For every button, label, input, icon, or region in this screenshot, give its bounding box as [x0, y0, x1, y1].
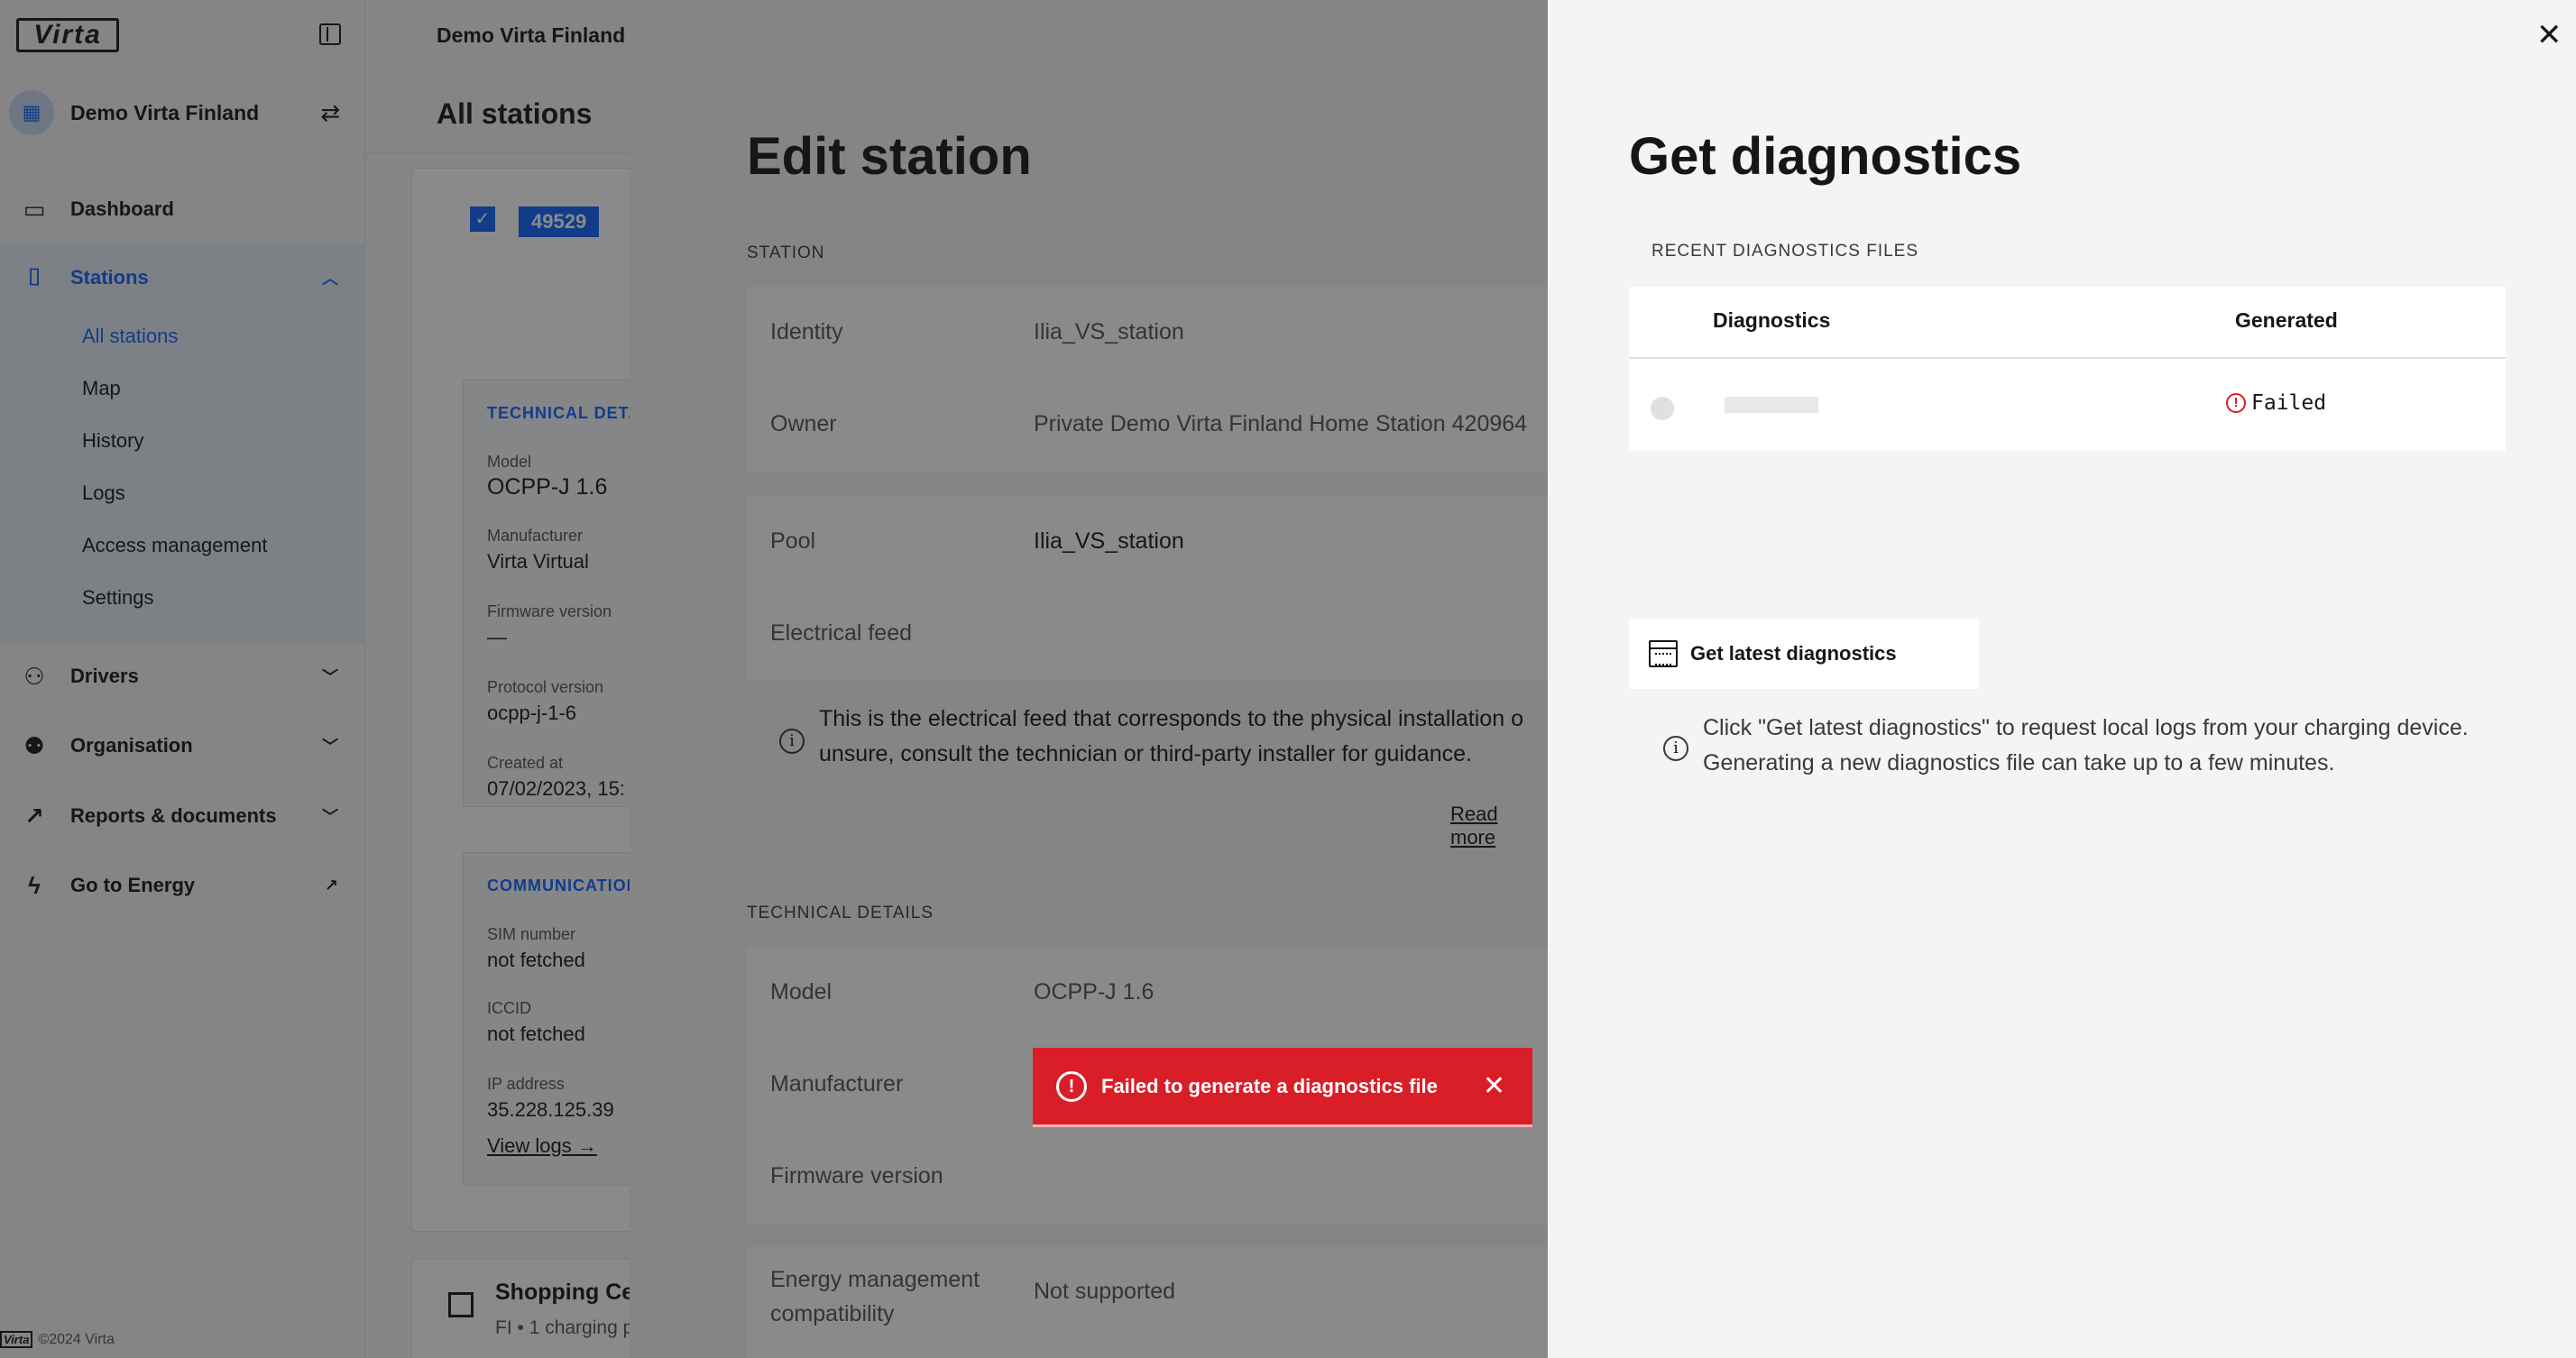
owner-value: Private Demo Virta Finland Home Station … [1034, 411, 1528, 436]
get-diagnostics-panel: ✕ Get diagnostics RECENT DIAGNOSTICS FIL… [1548, 0, 2576, 1358]
status-text: Failed [2251, 391, 2327, 415]
info-icon: i [1663, 736, 1688, 761]
pool-feed-box: Pool Ilia_VS_station Electrical feed [747, 496, 1548, 680]
pool-select[interactable]: Ilia_VS_station [1034, 528, 1184, 555]
station-identity-box: Identity Ilia_VS_station Owner Private D… [747, 287, 1548, 473]
error-toast: ! Failed to generate a diagnostics file … [1033, 1048, 1532, 1127]
diagnostics-info-text: Click "Get latest diagnostics" to reques… [1703, 715, 2469, 775]
owner-label: Owner [770, 411, 837, 436]
col-diagnostics: Diagnostics [1713, 308, 1831, 332]
diagnostics-title: Get diagnostics [1629, 127, 2022, 186]
col-generated: Generated [2235, 308, 2338, 332]
edit-station-title: Edit station [747, 127, 1032, 186]
identity-value: Ilia_VS_station [1034, 319, 1184, 344]
toast-message: Failed to generate a diagnostics file [1101, 1074, 1438, 1097]
section-technical: TECHNICAL DETAILS [747, 904, 934, 922]
edit-station-panel: Edit station STATION Identity Ilia_VS_st… [630, 0, 1548, 1358]
error-icon: ! [2226, 393, 2246, 413]
pool-label: Pool [770, 528, 816, 554]
electrical-feed-label: Electrical feed [770, 620, 913, 646]
identity-label: Identity [770, 319, 843, 344]
energy-management-box: Energy management compatibility Not supp… [747, 1246, 1548, 1358]
close-icon[interactable]: ✕ [1483, 1072, 1505, 1100]
model-label: Model [770, 979, 833, 1005]
info-icon: i [779, 729, 805, 754]
button-label: Get latest diagnostics [1690, 642, 1897, 665]
diagnostics-icon [1649, 640, 1678, 667]
status-badge: ! Failed [2226, 391, 2326, 415]
close-icon[interactable]: ✕ [2536, 20, 2562, 50]
energy-management-label: Energy management compatibility [770, 1267, 980, 1326]
model-value: OCPP-J 1.6 [1034, 979, 1155, 1005]
section-station: STATION [747, 243, 825, 262]
diagnostics-table: Diagnostics Generated ! Failed [1629, 287, 2506, 451]
table-divider [1629, 357, 2506, 359]
loading-skeleton [1725, 397, 1818, 413]
energy-management-value: Not supported [1034, 1279, 1176, 1304]
recent-files-heading: RECENT DIAGNOSTICS FILES [1651, 242, 1919, 261]
firmware-label: Firmware version [770, 1163, 943, 1188]
electrical-feed-info-text: This is the electrical feed that corresp… [819, 706, 1523, 766]
row-radio[interactable] [1651, 397, 1674, 420]
read-more-link[interactable]: Read more [1450, 803, 1548, 849]
manufacturer-label: Manufacturer [770, 1071, 904, 1096]
error-icon: ! [1056, 1070, 1087, 1102]
get-latest-diagnostics-button[interactable]: Get latest diagnostics [1629, 619, 1979, 689]
